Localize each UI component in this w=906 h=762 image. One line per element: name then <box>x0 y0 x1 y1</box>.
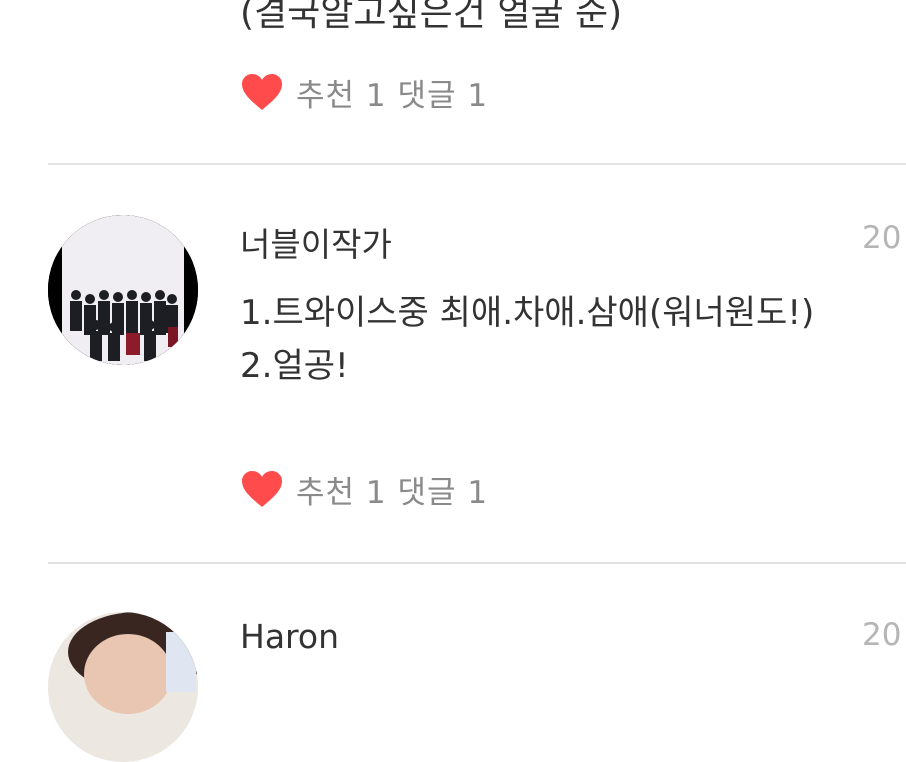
post-date: 20 <box>862 220 902 256</box>
post-author[interactable]: 너블이작가 <box>240 218 392 266</box>
post-author[interactable]: Haron <box>240 617 339 656</box>
heart-icon[interactable] <box>240 467 284 511</box>
post-body-line-2[interactable]: 2.얼공! <box>240 338 349 387</box>
divider <box>48 562 906 564</box>
post-date: 20 <box>862 617 902 653</box>
recommend-comment-count: 추천 1 댓글 1 <box>296 77 489 114</box>
post-body-line-1[interactable]: 1.트와이스중 최애.차애.삼애(워너원도!) <box>240 285 814 334</box>
avatar[interactable] <box>48 612 198 762</box>
previous-post-stats: 추천 1 댓글 1 <box>240 70 488 114</box>
previous-post-text: (결국알고싶은건 얼굴 순) <box>240 0 623 34</box>
post-stats: 추천 1 댓글 1 <box>240 467 488 511</box>
divider <box>48 163 906 165</box>
avatar[interactable] <box>48 215 198 365</box>
heart-icon[interactable] <box>240 70 284 114</box>
recommend-comment-count: 추천 1 댓글 1 <box>296 474 489 511</box>
